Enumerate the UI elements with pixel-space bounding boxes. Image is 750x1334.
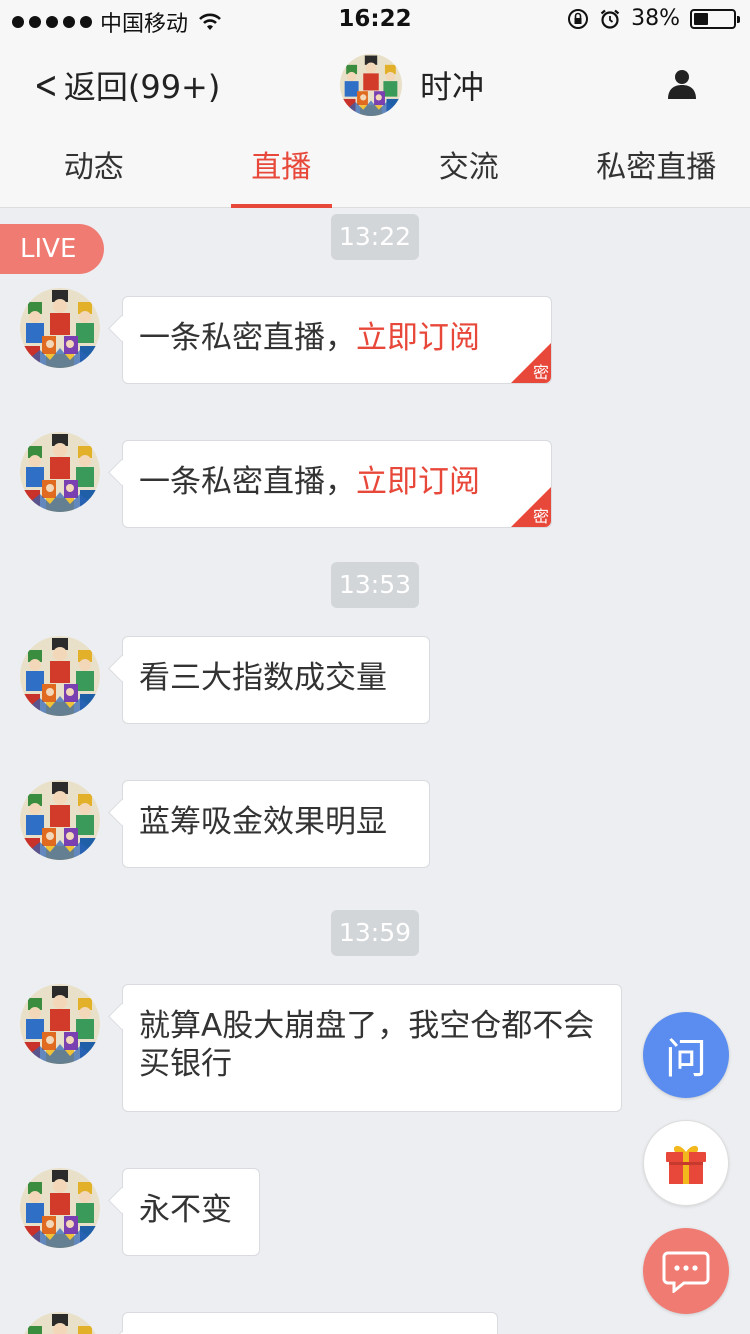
chevron-left-icon: < [33,63,58,107]
page-title: 时冲 [420,68,485,106]
subscribe-link[interactable]: 立即订阅 [356,320,480,356]
gift-icon [666,1145,706,1184]
private-tag: 密 [511,487,551,527]
private-tag-label: 密 [532,507,549,526]
battery-level [694,12,709,25]
subscribe-link[interactable]: 立即订阅 [356,464,480,500]
status-right: 38% [567,6,740,31]
message-text: 一条私密直播， [139,320,356,356]
avatar [340,54,402,116]
message-text: 蓝筹吸金效果明显 [139,804,387,840]
message-bubble[interactable] [122,1312,498,1334]
tab-dynamics[interactable]: 动态 [0,130,188,207]
private-tag: 密 [511,343,551,383]
nav-bar: < 返回(99+) 时冲 [0,40,750,130]
person-icon[interactable] [666,68,698,100]
chat-bubble-icon [662,1251,710,1293]
status-bar: 中国移动 16:22 38% [0,0,750,40]
live-badge: LIVE [0,224,104,274]
message-bubble[interactable]: 看三大指数成交量 [122,636,430,724]
tab-exchange[interactable]: 交流 [375,130,563,207]
battery-percent: 38% [631,6,680,31]
avatar[interactable] [20,432,100,512]
avatar[interactable] [20,636,100,716]
avatar[interactable] [20,1168,100,1248]
message-bubble[interactable]: 蓝筹吸金效果明显 [122,780,430,868]
tab-live[interactable]: 直播 [188,130,376,208]
avatar[interactable] [20,984,100,1064]
gift-button[interactable] [643,1120,729,1206]
avatar[interactable] [20,1312,100,1334]
message-bubble[interactable]: 永不变 [122,1168,260,1256]
message-text: 一条私密直播， [139,464,356,500]
back-button[interactable]: < 返回(99+) [30,62,220,108]
status-left: 中国移动 [12,6,222,38]
ask-question-button[interactable]: 问 [643,1012,729,1098]
message-bubble[interactable]: 一条私密直播，立即订阅 密 [122,440,552,528]
chat-feed[interactable]: 13:22 LIVE 一条私密直播，立即订阅 密 一条私密直播，立即订阅 密 1… [0,208,750,1334]
message-text: 永不变 [139,1192,232,1228]
timestamp: 13:22 [331,214,419,260]
wifi-icon [199,13,221,30]
message-bubble[interactable]: 就算A股大崩盘了，我空仓都不会买银行 [122,984,622,1112]
avatar[interactable] [20,780,100,860]
battery-icon [690,8,740,29]
message-bubble[interactable]: 一条私密直播，立即订阅 密 [122,296,552,384]
timestamp: 13:59 [331,910,419,956]
back-label: 返回(99+) [63,68,221,106]
carrier-label: 中国移动 [100,12,189,37]
ask-label: 问 [664,1033,707,1083]
tab-bar: 动态 直播 交流 私密直播 [0,130,750,208]
message-text: 就算A股大崩盘了，我空仓都不会买银行 [139,1008,595,1082]
signal-icon [12,16,92,28]
avatar[interactable] [20,288,100,368]
message-text: 看三大指数成交量 [139,660,387,696]
private-tag-label: 密 [532,363,549,382]
timestamp: 13:53 [331,562,419,608]
nav-profile[interactable]: 时冲 [340,54,484,116]
alarm-icon [600,9,620,29]
rotation-lock-icon [568,8,589,29]
comment-button[interactable] [643,1228,729,1314]
tab-private-live[interactable]: 私密直播 [563,130,750,207]
